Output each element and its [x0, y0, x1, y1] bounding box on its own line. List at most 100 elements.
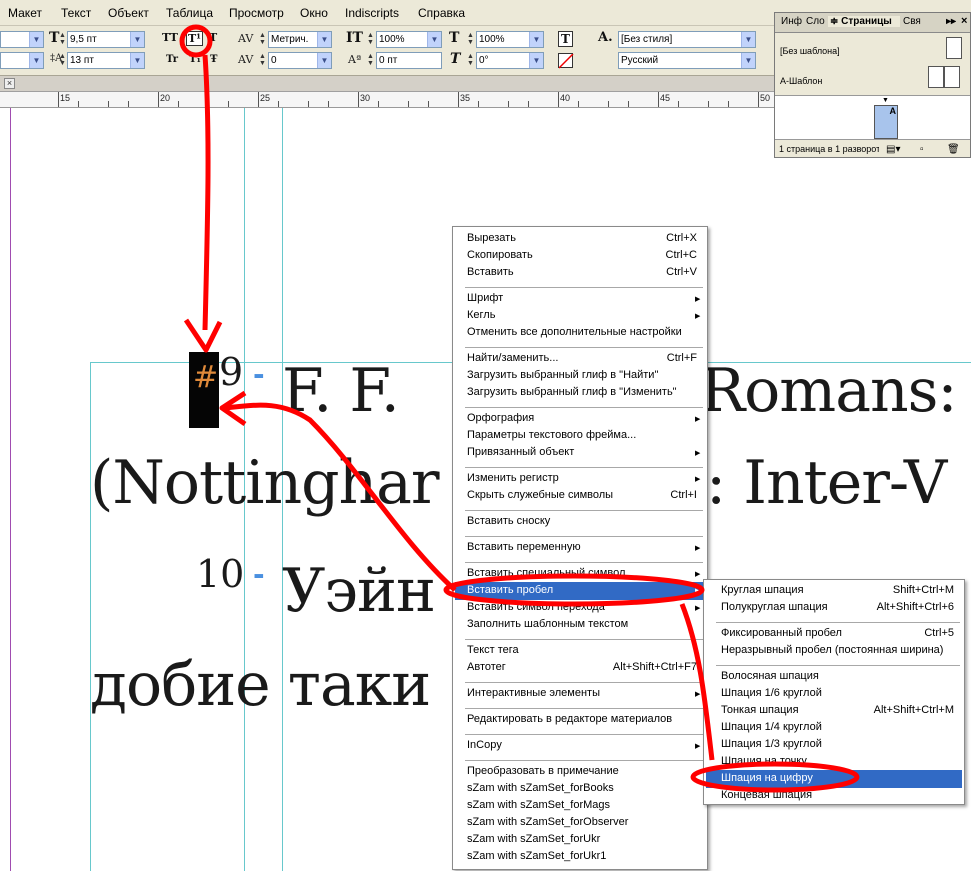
all-caps-icon[interactable]: TT — [162, 31, 178, 44]
character-style-field[interactable]: [Без стиля] ▼ — [618, 31, 756, 48]
subscript-icon[interactable]: T₁ — [189, 54, 201, 65]
stroke-none-icon[interactable] — [558, 53, 574, 69]
panel-menu-icon[interactable]: ▸▸ — [946, 16, 956, 27]
chevron-down-icon[interactable]: ▼ — [317, 32, 331, 47]
font-style-field[interactable]: ▼ — [0, 52, 44, 69]
sub-item[interactable]: Волосяная шпация — [721, 670, 954, 682]
sub-item[interactable]: Тонкая шпация Alt+Shift+Ctrl+M — [721, 704, 954, 716]
ctx-item[interactable]: InCopy — [467, 739, 697, 751]
master-thumb-a-right[interactable] — [944, 66, 960, 88]
ctx-item[interactable]: Параметры текстового фрейма... — [467, 429, 697, 441]
strikethrough-icon[interactable]: Ŧ — [210, 54, 217, 65]
ctx-item[interactable]: Загрузить выбранный глиф в "Найти" — [467, 369, 697, 381]
ctx-item[interactable]: Вставить специальный символ — [467, 567, 697, 579]
tab-links[interactable]: Свя — [903, 16, 927, 27]
tracking-field[interactable]: 0 ▼ — [268, 52, 332, 69]
sub-item[interactable]: Круглая шпация Shift+Ctrl+M — [721, 584, 954, 596]
spinner-icon[interactable]: ▲ ▼ — [466, 32, 475, 47]
chevron-down-icon[interactable]: ▼ — [29, 32, 43, 47]
underline-icon[interactable]: T — [209, 31, 217, 44]
baseline-shift-field[interactable]: 0 пт — [376, 52, 442, 69]
sub-item[interactable]: Шпация 1/3 круглой — [721, 738, 954, 750]
ctx-item[interactable]: sZam with sZamSet_forUkr1 — [467, 850, 697, 862]
ctx-item[interactable]: Отменить все дополнительные настройки — [467, 326, 697, 338]
menu-window[interactable]: Окно — [300, 6, 328, 20]
ctx-item[interactable]: Текст тега — [467, 644, 697, 656]
sub-item[interactable]: Шпация на точку — [721, 755, 954, 767]
tab-info[interactable]: Инф — [781, 16, 805, 27]
chevron-down-icon[interactable]: ▼ — [317, 53, 331, 68]
text-line-4[interactable]: добие таки — [90, 650, 431, 720]
chevron-down-icon[interactable]: ▼ — [130, 53, 144, 68]
page-thumb-1[interactable]: A — [874, 105, 898, 139]
spinner-icon[interactable]: ▲ ▼ — [58, 53, 67, 68]
chevron-down-icon[interactable]: ▼ — [427, 32, 441, 47]
text-line-1-right[interactable]: Romans: — [700, 356, 958, 426]
ctx-item[interactable]: Шрифт — [467, 292, 697, 304]
chevron-down-icon[interactable]: ▼ — [529, 32, 543, 47]
ctx-item[interactable]: Автотег Alt+Shift+Ctrl+F7 — [467, 661, 697, 673]
text-line-2-right[interactable]: : Inter-V — [706, 448, 947, 518]
sub-item[interactable]: Концевая шпация — [721, 789, 954, 801]
small-caps-icon[interactable]: Tr — [166, 54, 178, 65]
horizontal-scale-field[interactable]: 100% ▼ — [476, 31, 544, 48]
ctx-item[interactable]: Интерактивные элементы — [467, 687, 697, 699]
ctx-item[interactable]: Вставить Ctrl+V — [467, 266, 697, 278]
leading-field[interactable]: 13 пт ▼ — [67, 52, 145, 69]
spinner-icon[interactable]: ▲ ▼ — [366, 32, 375, 47]
chevron-down-icon[interactable]: ▼ — [529, 53, 543, 68]
ctx-item[interactable]: Вставить символ перехода — [467, 601, 697, 613]
page-size-icon[interactable]: ▤▾ — [886, 144, 900, 155]
chevron-down-icon[interactable]: ▼ — [29, 53, 43, 68]
sub-item[interactable]: Шпация 1/4 круглой — [721, 721, 954, 733]
text-line-3[interactable]: Уэйн — [282, 556, 436, 626]
superscript-icon[interactable]: T¹ — [186, 31, 204, 46]
sub-item[interactable]: Неразрывный пробел (постоянная ширина) — [721, 644, 954, 656]
sub-item[interactable]: Фиксированный пробел Ctrl+5 — [721, 627, 954, 639]
ctx-item[interactable]: Заполнить шаблонным текстом — [467, 618, 697, 630]
ctx-item[interactable]: Вырезать Ctrl+X — [467, 232, 697, 244]
language-field[interactable]: Русский ▼ — [618, 52, 756, 69]
text-line-1[interactable]: F. F. — [282, 356, 400, 426]
master-none[interactable]: [Без шаблона] — [780, 46, 840, 56]
master-a[interactable]: А-Шаблон — [780, 76, 822, 86]
ctx-item[interactable]: sZam with sZamSet_forMags — [467, 799, 697, 811]
close-icon[interactable]: × — [4, 78, 15, 89]
chevron-down-icon[interactable]: ▼ — [130, 32, 144, 47]
menu-help[interactable]: Справка — [418, 6, 465, 20]
sub-item[interactable]: Полукруглая шпация Alt+Shift+Ctrl+6 — [721, 601, 954, 613]
ctx-item[interactable]: Скопировать Ctrl+C — [467, 249, 697, 261]
ctx-item[interactable]: Вставить сноску — [467, 515, 697, 527]
menu-layout[interactable]: Макет — [8, 6, 42, 20]
new-page-icon[interactable]: ▫ — [920, 144, 924, 155]
ctx-item[interactable]: Найти/заменить... Ctrl+F — [467, 352, 697, 364]
spinner-icon[interactable]: ▲ ▼ — [466, 53, 475, 68]
ctx-item[interactable]: Загрузить выбранный глиф в "Изменить" — [467, 386, 697, 398]
skew-field[interactable]: 0° ▼ — [476, 52, 544, 69]
chevron-down-icon[interactable]: ▼ — [741, 53, 755, 68]
menu-object[interactable]: Объект — [108, 6, 149, 20]
menu-text[interactable]: Текст — [61, 6, 91, 20]
spinner-icon[interactable]: ▲ ▼ — [258, 53, 267, 68]
tab-pages[interactable]: ≑ Страницы — [828, 16, 900, 27]
spinner-icon[interactable]: ▲ ▼ — [58, 32, 67, 47]
menu-indiscripts[interactable]: Indiscripts — [345, 6, 399, 20]
ctx-item[interactable]: Редактировать в редакторе материалов — [467, 713, 697, 725]
trash-icon[interactable]: 🗑 — [947, 144, 960, 155]
kerning-field[interactable]: Метрич. ▼ — [268, 31, 332, 48]
ctx-item[interactable]: Привязанный объект — [467, 446, 697, 458]
ctx-item[interactable]: Скрыть служебные символы Ctrl+I — [467, 489, 697, 501]
ctx-item[interactable]: Преобразовать в примечание — [467, 765, 697, 777]
ctx-item[interactable]: Вставить переменную — [467, 541, 697, 553]
tab-layers[interactable]: Сло — [806, 16, 828, 27]
ctx-item[interactable]: sZam with sZamSet_forBooks — [467, 782, 697, 794]
chevron-down-icon[interactable]: ▼ — [741, 32, 755, 47]
ctx-item[interactable]: Кегль — [467, 309, 697, 321]
vertical-scale-field[interactable]: 100% ▼ — [376, 31, 442, 48]
font-family-field[interactable]: ▼ — [0, 31, 44, 48]
ctx-item[interactable]: Вставить пробел — [467, 584, 697, 596]
master-thumb-none[interactable] — [946, 37, 962, 59]
sub-item[interactable]: Шпация на цифру — [721, 772, 954, 784]
ctx-item[interactable]: sZam with sZamSet_forUkr — [467, 833, 697, 845]
menu-view[interactable]: Просмотр — [229, 6, 284, 20]
